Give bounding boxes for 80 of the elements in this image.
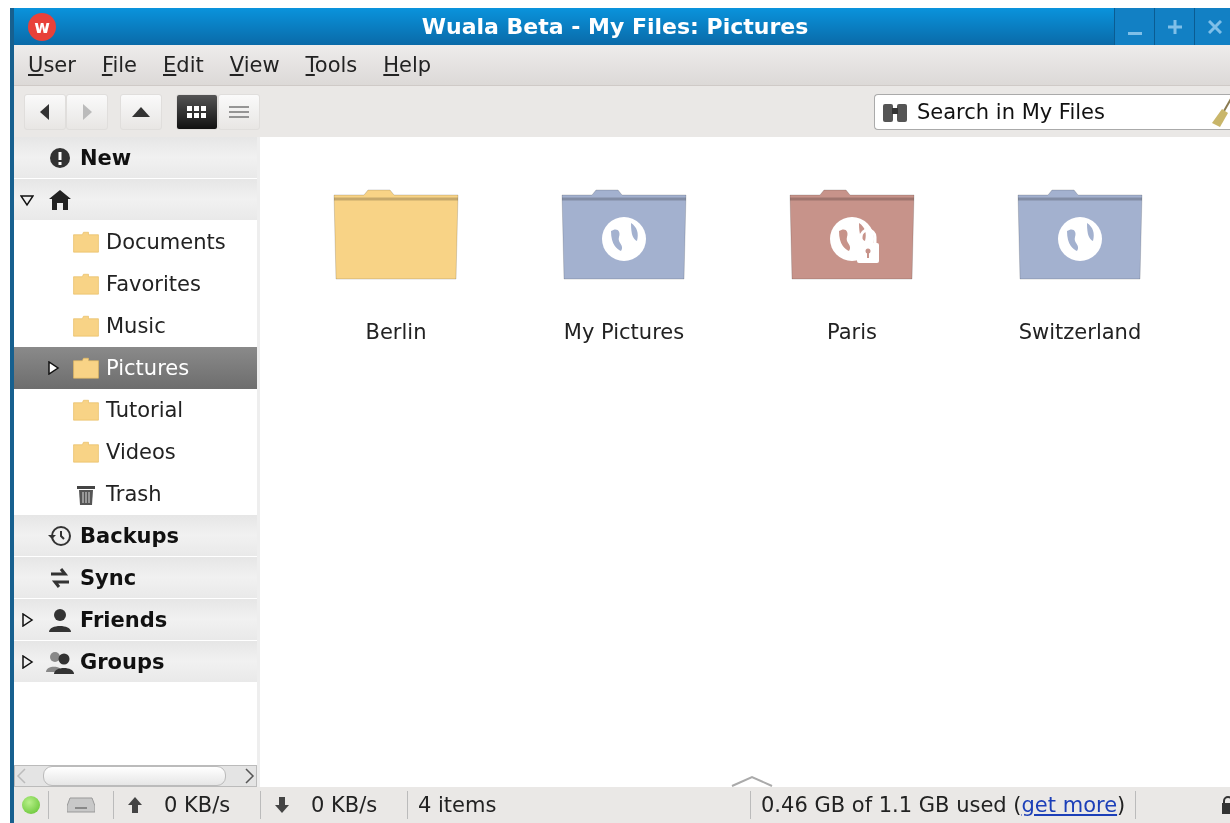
home-icon (48, 188, 72, 211)
section-label: Backups (80, 523, 180, 548)
section-label: Sync (80, 565, 137, 590)
sidebar-section[interactable]: Backups (14, 515, 257, 556)
up-arrow-icon (132, 106, 150, 117)
item-label: Documents (106, 230, 226, 254)
collapse-icon[interactable] (20, 192, 34, 207)
window-title: Wuala Beta - My Files: Pictures (420, 14, 810, 39)
folder-name: Paris (827, 320, 877, 344)
storage-usage: 0.46 GB of 1.1 GB used ( (761, 793, 1022, 817)
app-logo: w (28, 12, 56, 41)
people-icon (46, 649, 74, 674)
item-label: Music (106, 314, 166, 338)
section-label: Groups (80, 649, 165, 674)
broom-icon[interactable] (1212, 96, 1230, 127)
menu-item[interactable]: Edit (163, 53, 204, 77)
list-icon (229, 105, 249, 118)
minimize-icon (1127, 32, 1142, 35)
upload-rate: 0 KB/s (164, 793, 231, 817)
folder-name: Berlin (365, 320, 427, 344)
download-rate: 0 KB/s (311, 793, 378, 817)
upload-icon (128, 797, 142, 813)
item-label: Favorites (106, 272, 201, 296)
plus-icon (1167, 19, 1182, 34)
grid-icon (187, 105, 207, 118)
close-button[interactable] (1194, 8, 1230, 45)
drive-icon (67, 797, 95, 813)
expand-icon[interactable] (20, 654, 34, 669)
grid-view-button[interactable] (176, 93, 218, 130)
download-icon (275, 797, 289, 813)
up-button[interactable] (120, 93, 162, 130)
person-icon (48, 607, 72, 632)
sidebar-section[interactable] (14, 179, 257, 220)
right-arrow-icon (82, 103, 92, 120)
expand-icon[interactable] (46, 361, 60, 375)
sync-icon (49, 566, 71, 589)
globe-folder-icon[interactable] (559, 187, 689, 282)
folder-icon (72, 440, 100, 464)
item-count: 4 items (418, 793, 497, 817)
item-label: Pictures (106, 356, 190, 380)
get-more-link[interactable]: get more (1021, 793, 1118, 817)
folder-icon (72, 272, 100, 296)
left-arrow-icon (40, 103, 50, 120)
maximize-button[interactable] (1154, 8, 1194, 45)
item-label: Videos (106, 440, 176, 464)
back-button[interactable] (24, 93, 66, 130)
close-icon (1207, 19, 1222, 34)
item-label: Tutorial (106, 398, 184, 422)
sidebar-section[interactable]: Sync (14, 557, 257, 598)
alert-icon (49, 146, 71, 169)
menu-item[interactable]: View (229, 53, 280, 77)
menu-item[interactable]: File (101, 53, 138, 77)
menu-item[interactable]: Help (383, 53, 432, 77)
menu-item[interactable]: Tools (305, 53, 358, 77)
scrollbar-thumb[interactable] (43, 766, 226, 786)
folder-icon (72, 356, 100, 380)
folder-name: My Pictures (563, 320, 685, 344)
item-label: Trash (106, 482, 162, 506)
folder-icon[interactable] (331, 187, 461, 282)
folder-name: Switzerland (1018, 320, 1142, 344)
globe-folder-icon[interactable] (1015, 187, 1145, 282)
sidebar-section[interactable]: Groups (14, 641, 257, 682)
search-box[interactable]: Search in My Files (874, 93, 1230, 130)
expand-icon[interactable] (20, 612, 34, 627)
menu-item[interactable]: User (28, 53, 76, 77)
sidebar-item[interactable]: Pictures (14, 347, 257, 389)
sidebar-section[interactable]: Friends (14, 599, 257, 640)
minimize-button[interactable] (1114, 8, 1154, 45)
section-label: Friends (80, 607, 168, 632)
folder-icon (72, 230, 100, 254)
folder-icon (72, 314, 100, 338)
scroll-right-icon[interactable] (244, 768, 256, 784)
sidebar-section[interactable]: New (14, 137, 257, 178)
section-label: New (80, 145, 132, 170)
history-icon (48, 524, 72, 547)
panel-toggle-icon[interactable] (730, 775, 774, 787)
horizontal-scrollbar[interactable] (14, 765, 257, 787)
folder-icon (72, 398, 100, 422)
storage-usage-end: ) (1117, 793, 1126, 817)
locked-globe-folder-icon[interactable] (787, 187, 917, 282)
